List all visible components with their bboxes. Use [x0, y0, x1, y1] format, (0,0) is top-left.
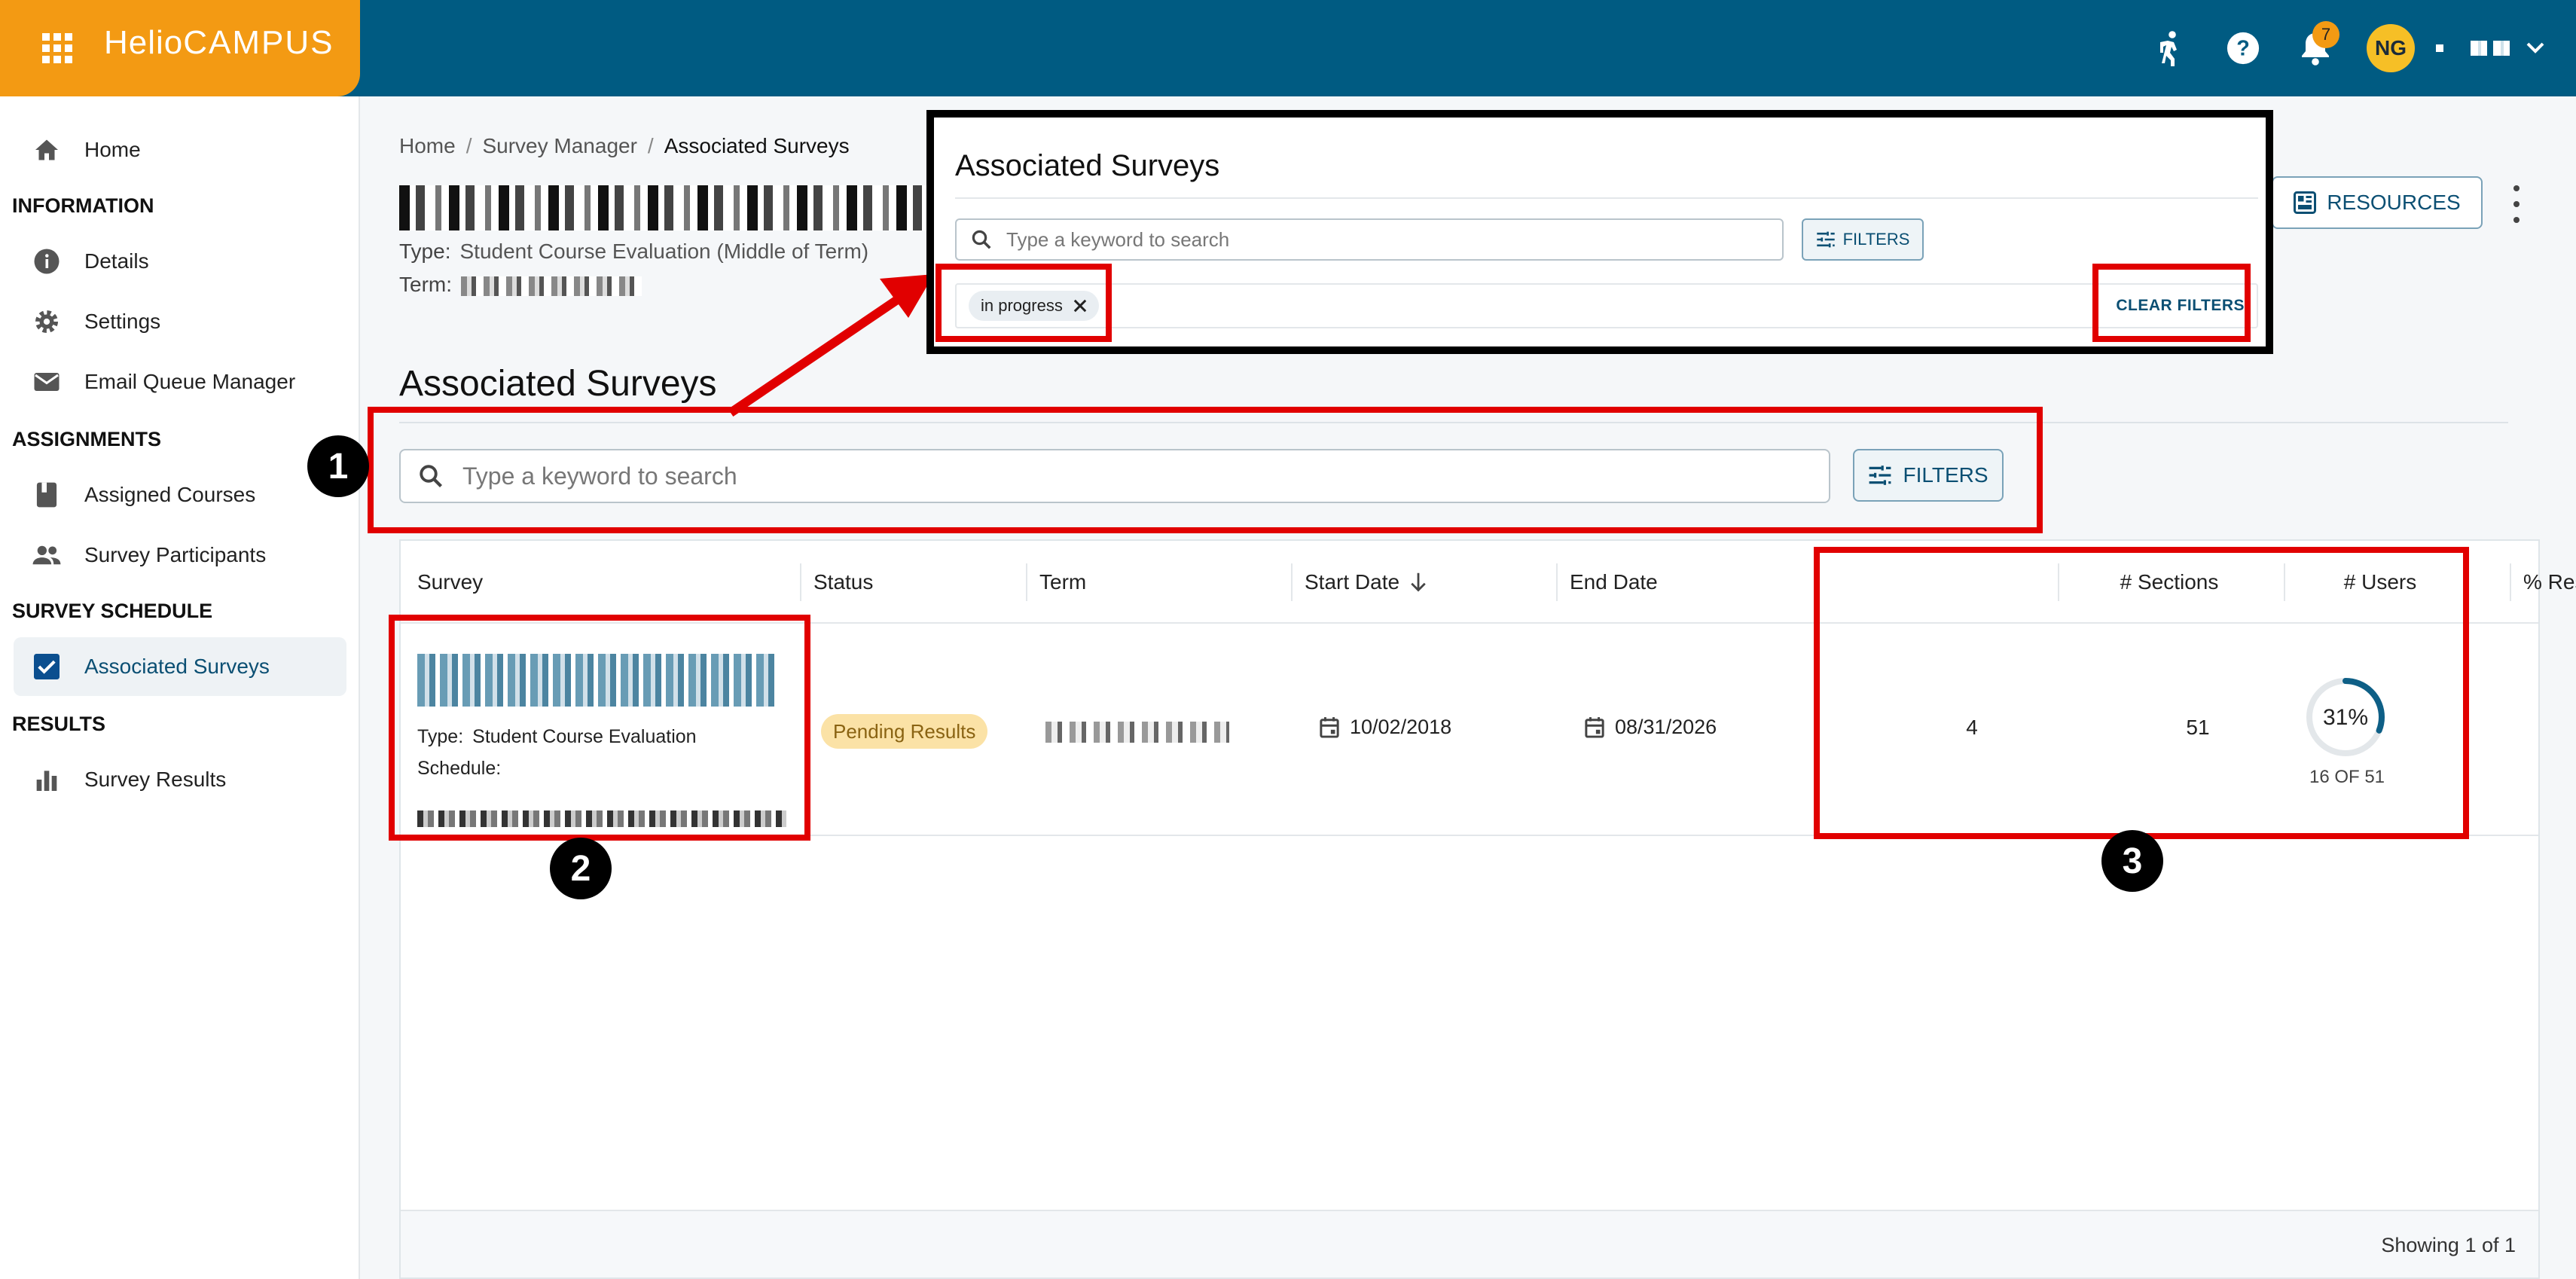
active-filters-bar: in progress CLEAR FILTERS [955, 283, 2258, 328]
zoom-inset: Associated Surveys Type a keyword to sea… [926, 110, 2273, 354]
annotation-box-chip [935, 264, 1112, 342]
search-icon [972, 230, 991, 249]
annotation-box-clear-filters [2092, 264, 2251, 342]
inset-filters-button[interactable]: FILTERS [1802, 218, 1924, 261]
inset-search-input[interactable]: Type a keyword to search [955, 218, 1784, 261]
inset-title: Associated Surveys [955, 149, 1220, 182]
tune-icon [1816, 231, 1835, 248]
